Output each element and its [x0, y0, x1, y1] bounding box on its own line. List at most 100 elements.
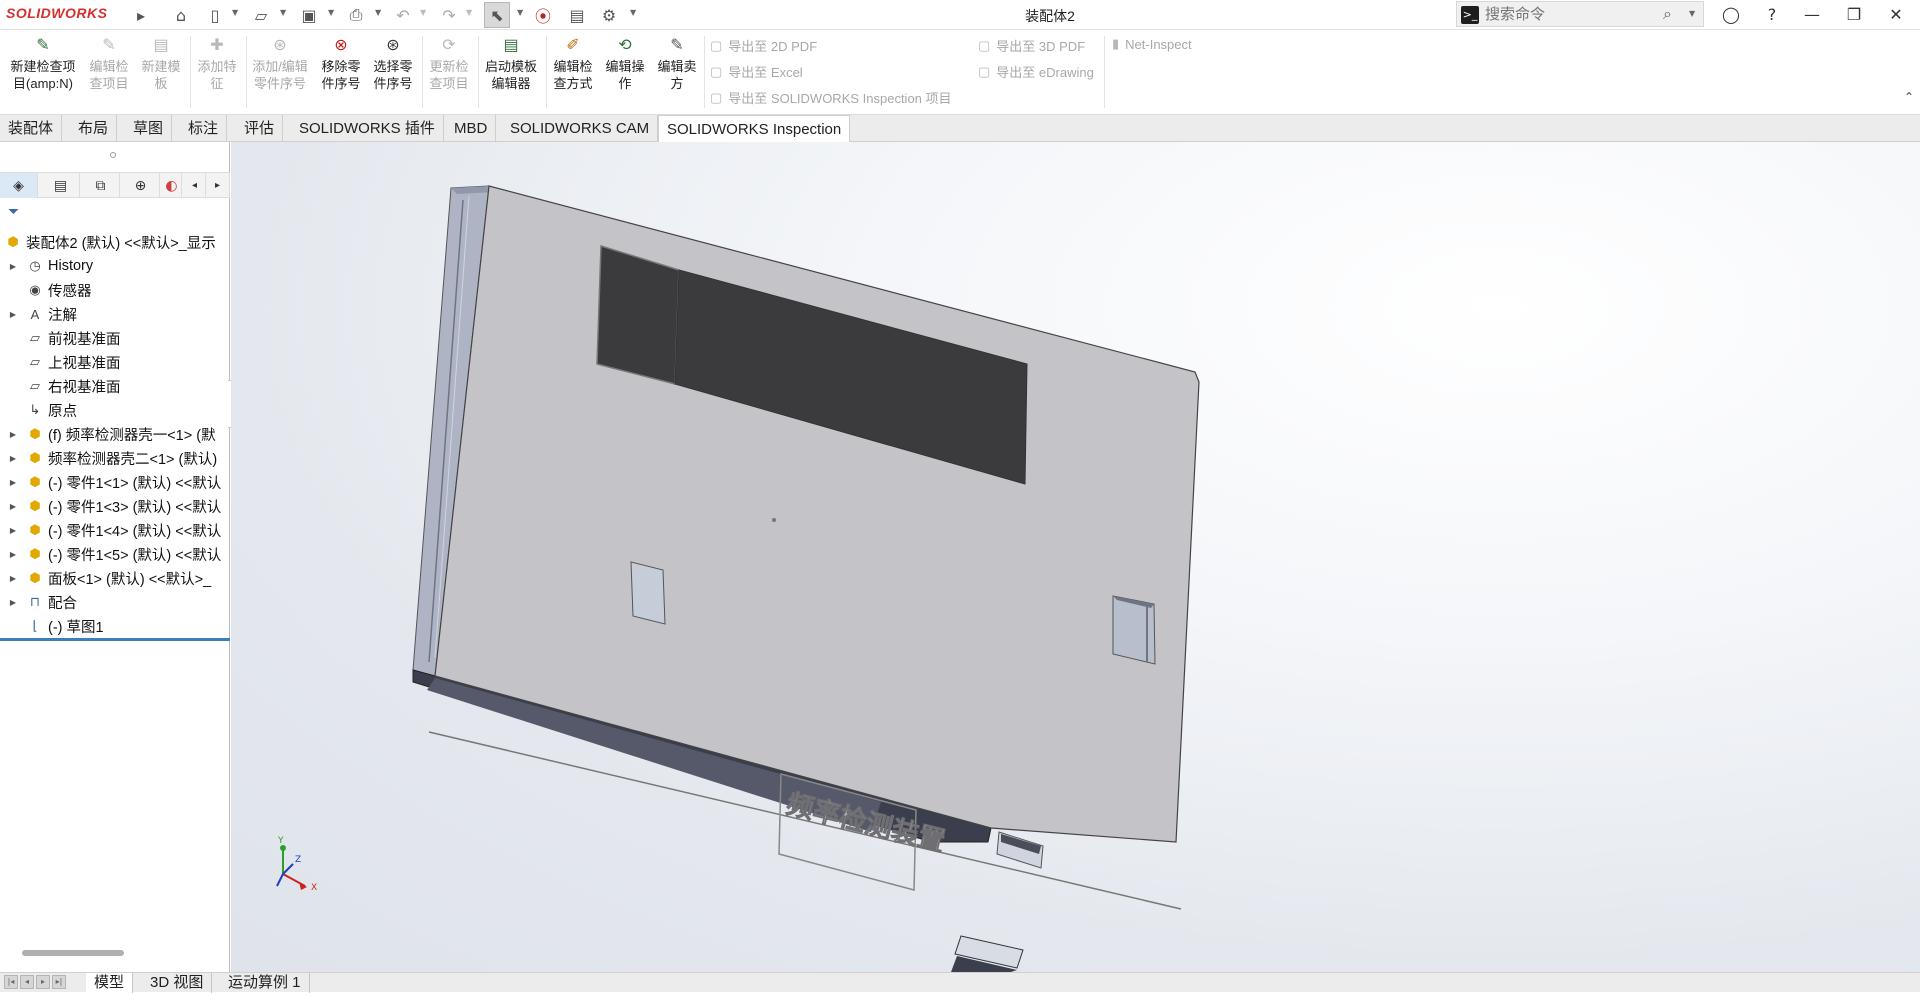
expand-arrow-icon[interactable]: ▶: [8, 502, 18, 511]
save-icon[interactable]: ▣: [296, 2, 322, 28]
expand-arrow-icon[interactable]: ▶: [8, 454, 18, 463]
chevron-down-icon[interactable]: ▼: [328, 8, 334, 17]
search-icon[interactable]: ⌕: [1663, 4, 1672, 24]
tree-item-sketch[interactable]: ⌊ (-) 草图1: [0, 614, 230, 638]
chevron-down-icon[interactable]: ▼: [280, 8, 286, 17]
chevron-down-icon[interactable]: ▼: [420, 8, 426, 17]
expand-arrow-icon[interactable]: ▶: [8, 598, 18, 607]
new-document-icon[interactable]: ▯: [202, 2, 228, 28]
chevron-down-icon[interactable]: ▼: [466, 8, 472, 17]
open-folder-icon[interactable]: ▱: [248, 2, 274, 28]
tab-evaluate[interactable]: 评估: [236, 115, 284, 142]
panel-grip-handle[interactable]: [110, 152, 116, 158]
next-tab-icon[interactable]: ▸: [36, 975, 50, 989]
tree-item-history[interactable]: ▶ ◷ History: [0, 254, 230, 278]
scroll-right-icon[interactable]: ▸: [206, 173, 230, 198]
user-account-icon[interactable]: ◯: [1711, 0, 1751, 28]
filter-icon[interactable]: ⏷: [8, 204, 19, 220]
chevron-down-icon[interactable]: ▼: [232, 8, 238, 17]
tab-model[interactable]: 模型: [86, 973, 134, 993]
edit-inspection-project-button[interactable]: ✎ 编辑检 查项目: [84, 36, 134, 92]
property-manager-tab-icon[interactable]: ▤: [42, 173, 80, 198]
edit-operation-button[interactable]: ⟲ 编辑操 作: [600, 36, 650, 92]
tree-item-annotations[interactable]: ▶ A 注解: [0, 302, 230, 326]
horizontal-scrollbar[interactable]: [22, 950, 124, 956]
tree-item-top-plane[interactable]: ▱ 上视基准面: [0, 350, 230, 374]
tree-item-component[interactable]: ▶ ⬢ 面板<1> (默认) <<默认>_: [0, 566, 230, 590]
configuration-manager-tab-icon[interactable]: ⧉: [82, 173, 120, 198]
tree-item-right-plane[interactable]: ▱ 右视基准面: [0, 374, 230, 398]
tree-item-origin[interactable]: ↳ 原点: [0, 398, 230, 422]
scroll-left-icon[interactable]: ◂: [184, 173, 206, 198]
expand-arrow-icon[interactable]: ▶: [8, 430, 18, 439]
chevron-down-icon[interactable]: ▼: [375, 8, 381, 17]
close-button[interactable]: ✕: [1876, 0, 1916, 28]
expand-arrow-icon[interactable]: ▶: [8, 526, 18, 535]
search-input[interactable]: [1485, 4, 1655, 24]
feature-manager-tab-icon[interactable]: ◈: [0, 173, 38, 198]
export-3d-pdf-button[interactable]: ▢ 导出至 3D PDF: [978, 36, 1085, 55]
gear-icon[interactable]: ⚙: [596, 2, 622, 28]
add-edit-balloon-button[interactable]: ⊛ 添加/编辑 零件序号: [248, 36, 312, 92]
edit-vendor-button[interactable]: ✎ 编辑卖 方: [652, 36, 702, 92]
home-icon[interactable]: ⌂: [168, 2, 194, 28]
tree-item-component[interactable]: ▶ ⬢ (-) 零件1<5> (默认) <<默认: [0, 542, 230, 566]
export-inspection-project-button[interactable]: ▢ 导出至 SOLIDWORKS Inspection 项目: [710, 88, 952, 107]
restore-button[interactable]: ❐: [1834, 0, 1874, 28]
export-edrawing-button[interactable]: ▢ 导出至 eDrawing: [978, 62, 1094, 81]
display-manager-tab-icon[interactable]: ◐: [162, 173, 182, 198]
launch-template-editor-button[interactable]: ▤ 启动模板 编辑器: [480, 36, 542, 92]
collapse-ribbon-icon[interactable]: ⌃: [1904, 90, 1914, 104]
tree-end-marker[interactable]: [0, 638, 230, 641]
select-pointer-icon[interactable]: ⬉: [484, 2, 510, 28]
tab-solidworks-inspection[interactable]: SOLIDWORKS Inspection: [658, 115, 851, 143]
tab-solidworks-addins[interactable]: SOLIDWORKS 插件: [291, 115, 444, 142]
help-icon[interactable]: ?: [1752, 0, 1792, 28]
redo-icon[interactable]: ↷: [436, 2, 462, 28]
tab-motion-study[interactable]: 运动算例 1: [220, 973, 310, 993]
tab-solidworks-cam[interactable]: SOLIDWORKS CAM: [502, 115, 659, 142]
rebuild-traffic-light-icon[interactable]: ⦿: [530, 2, 556, 28]
remove-balloon-button[interactable]: ⊗ 移除零 件序号: [316, 36, 366, 92]
chevron-down-icon[interactable]: ▼: [517, 8, 523, 17]
last-tab-icon[interactable]: ▸|: [52, 975, 66, 989]
tab-assembly[interactable]: 装配体: [0, 115, 63, 142]
tree-item-component[interactable]: ▶ ⬢ (-) 零件1<1> (默认) <<默认: [0, 470, 230, 494]
expand-arrow-icon[interactable]: ▶: [8, 310, 18, 319]
expand-arrow-icon[interactable]: ▶: [8, 262, 18, 271]
previous-tab-icon[interactable]: ◂: [20, 975, 34, 989]
tab-layout[interactable]: 布局: [70, 115, 118, 142]
select-balloon-button[interactable]: ⊛ 选择零 件序号: [368, 36, 418, 92]
chevron-down-icon[interactable]: ▼: [630, 8, 636, 17]
add-characteristic-button[interactable]: ✚ 添加特 征: [192, 36, 242, 92]
new-inspection-project-button[interactable]: ✎ 新建检查项 目(amp:N): [6, 36, 80, 92]
edit-inspection-method-button[interactable]: ✐ 编辑检 查方式: [548, 36, 598, 92]
tree-item-front-plane[interactable]: ▱ 前视基准面: [0, 326, 230, 350]
tab-mbd[interactable]: MBD: [446, 115, 497, 142]
expand-arrow-icon[interactable]: ▶: [8, 574, 18, 583]
tab-markup[interactable]: 标注: [180, 115, 228, 142]
undo-icon[interactable]: ↶: [390, 2, 416, 28]
tree-item-component[interactable]: ▶ ⬢ (f) 频率检测器壳一<1> (默: [0, 422, 230, 446]
chevron-down-icon[interactable]: ▼: [1689, 9, 1695, 18]
expand-arrow-icon[interactable]: ▶: [8, 478, 18, 487]
update-inspection-project-button[interactable]: ⟳ 更新检 查项目: [424, 36, 474, 92]
export-excel-button[interactable]: ▢ 导出至 Excel: [710, 62, 803, 81]
tree-item-mates[interactable]: ▶ ⊓ 配合: [0, 590, 230, 614]
tree-item-component[interactable]: ▶ ⬢ (-) 零件1<4> (默认) <<默认: [0, 518, 230, 542]
tree-item-component[interactable]: ▶ ⬢ 频率检测器壳二<1> (默认): [0, 446, 230, 470]
tree-item-component[interactable]: ▶ ⬢ (-) 零件1<3> (默认) <<默认: [0, 494, 230, 518]
graphics-viewport[interactable]: 频率检测装置 Y X Z: [231, 142, 1920, 972]
tree-item-sensors[interactable]: ◉ 传感器: [0, 278, 230, 302]
solidworks-logo[interactable]: SOLIDWORKS: [6, 5, 107, 21]
model-scene[interactable]: 频率检测装置 Y X Z: [231, 142, 1920, 972]
net-inspect-button[interactable]: ▮ Net-Inspect: [1112, 36, 1192, 52]
first-tab-icon[interactable]: |◂: [4, 975, 18, 989]
tab-3d-view[interactable]: 3D 视图: [142, 973, 213, 993]
file-properties-icon[interactable]: ▤: [564, 2, 590, 28]
new-template-button[interactable]: ▤ 新建模 板: [136, 36, 186, 92]
expand-arrow-icon[interactable]: ▸: [128, 2, 154, 28]
print-icon[interactable]: ⎙: [343, 2, 369, 28]
minimize-button[interactable]: —: [1792, 0, 1832, 28]
expand-arrow-icon[interactable]: ▶: [8, 550, 18, 559]
